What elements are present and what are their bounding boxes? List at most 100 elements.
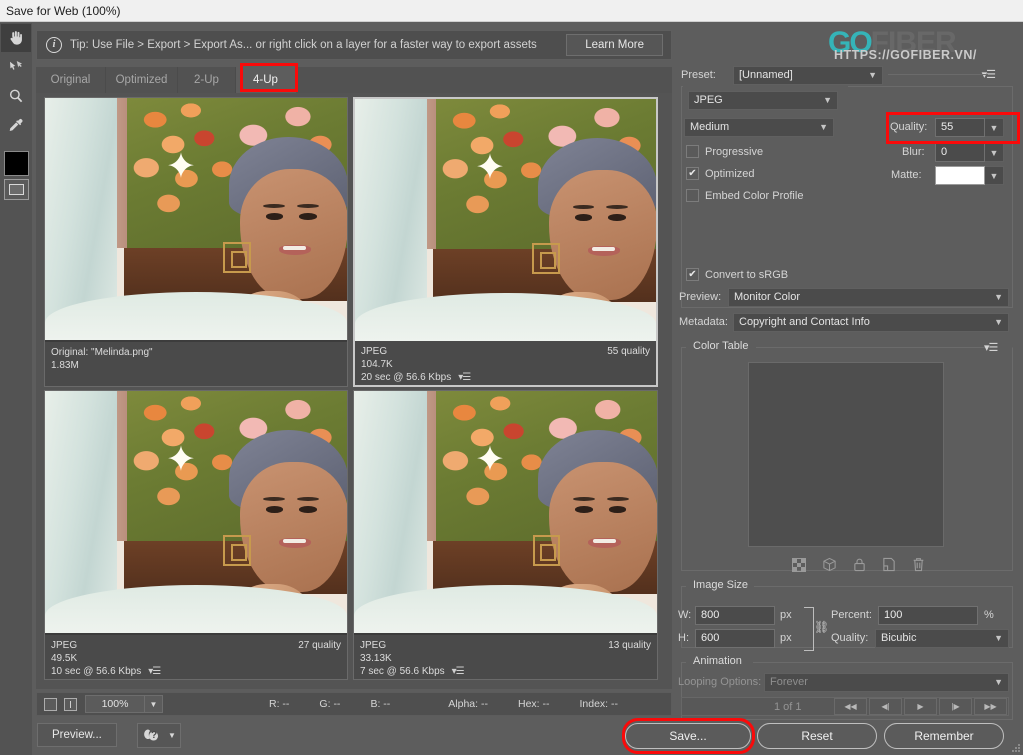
tab-optimized[interactable]: Optimized — [106, 67, 178, 93]
eyedropper-tool[interactable] — [1, 111, 31, 139]
convert-to-srgb-checkbox[interactable]: ✔ — [686, 268, 699, 281]
color-table-swatches[interactable] — [748, 362, 944, 547]
browser-preview-chevron-down-icon[interactable]: ▼ — [164, 731, 180, 740]
learn-more-button[interactable]: Learn More — [566, 34, 663, 56]
blur-input[interactable]: 0 — [935, 143, 985, 162]
embed-color-profile-checkbox-row[interactable]: Embed Color Profile — [686, 189, 803, 202]
file-format-dropdown[interactable]: JPEG ▼ — [688, 91, 838, 110]
zoom-level-chevron-down-icon[interactable]: ▼ — [145, 695, 163, 713]
foreground-color-swatch[interactable] — [3, 151, 29, 176]
width-unit: px — [780, 609, 792, 621]
preview-options-menu-icon[interactable]: ▾☰ — [458, 371, 471, 384]
next-frame-button: |▶ — [939, 698, 972, 715]
percent-label: Percent: — [831, 609, 872, 621]
watermark-brand-second: FIBER — [870, 26, 957, 59]
frame-counter: 1 of 1 — [774, 700, 802, 713]
compression-quality-dropdown[interactable]: Medium ▼ — [684, 118, 834, 137]
watermark-brand-first: GO — [828, 26, 873, 59]
tab-2-up[interactable]: 2-Up — [178, 67, 236, 93]
zoom-tool[interactable] — [1, 82, 31, 110]
resample-quality-dropdown[interactable]: Bicubic ▼ — [875, 629, 1009, 648]
preview-tabs: Original Optimized 2-Up 4-Up — [36, 67, 672, 93]
toggle-slices-visibility-button[interactable] — [3, 179, 29, 200]
percent-unit: % — [984, 609, 994, 621]
new-color-icon[interactable] — [882, 557, 896, 577]
preview-image-optimized-55 — [355, 99, 656, 341]
preview-quality: 55 quality — [607, 346, 650, 357]
preset-dropdown[interactable]: [Unnamed] ▼ — [733, 66, 883, 85]
tab-4-up[interactable]: 4-Up — [236, 67, 296, 93]
delete-color-icon[interactable] — [912, 557, 925, 577]
readout-hex-value: -- — [542, 698, 550, 710]
optimized-checkbox[interactable]: ✔ — [686, 167, 699, 180]
slice-divider-icon[interactable] — [64, 697, 77, 711]
quality-input[interactable]: 55 — [935, 118, 985, 137]
convert-to-srgb-checkbox-row[interactable]: ✔ Convert to sRGB — [686, 268, 788, 281]
animation-playback-bar: 1 of 1 ◀◀ ◀| ▶ |▶ ▶▶ — [681, 697, 1009, 716]
preview-title: JPEG — [51, 640, 78, 651]
slice-select-tool[interactable] — [1, 53, 31, 81]
resample-quality-value: Bicubic — [881, 632, 917, 644]
window-title: Save for Web (100%) — [6, 4, 121, 18]
resize-grip[interactable] — [1011, 743, 1021, 753]
hand-tool[interactable] — [1, 24, 31, 52]
preview-size: 104.7K — [361, 359, 393, 370]
looping-options-dropdown: Forever ▼ — [764, 673, 1009, 692]
height-input[interactable]: 600 — [695, 629, 775, 648]
metadata-dropdown[interactable]: Copyright and Contact Info ▼ — [733, 313, 1009, 332]
optimized-checkbox-row[interactable]: ✔ Optimized — [686, 167, 755, 180]
preview-title: JPEG — [360, 640, 387, 651]
preview-pane-optimized-27[interactable]: JPEG 27 quality 49.5K 10 sec @ 56.6 Kbps… — [44, 390, 348, 680]
progressive-checkbox-row[interactable]: Progressive — [686, 145, 763, 158]
percent-input[interactable]: 100 — [878, 606, 978, 625]
tab-original[interactable]: Original — [36, 67, 106, 93]
readout-alpha-value: -- — [480, 698, 488, 710]
zoom-level-value[interactable]: 100% — [85, 695, 145, 713]
preview-color-value: Monitor Color — [734, 291, 801, 303]
matte-chevron-down-icon[interactable]: ▼ — [985, 166, 1004, 185]
preset-value: [Unnamed] — [739, 69, 793, 81]
image-size-title: Image Size — [689, 579, 753, 591]
compression-quality-value: Medium — [690, 121, 730, 133]
web-safe-cube-icon[interactable] — [822, 557, 837, 577]
reset-button[interactable]: Reset — [757, 723, 877, 749]
looping-options-value: Forever — [770, 676, 808, 688]
previous-frame-button: ◀| — [869, 698, 902, 715]
matte-color-swatch[interactable] — [935, 166, 985, 185]
preview-image-optimized-27 — [45, 391, 347, 633]
save-button[interactable]: Save... — [625, 723, 751, 749]
embed-color-profile-label: Embed Color Profile — [705, 189, 804, 202]
tools-divider — [0, 140, 32, 148]
browser-preview-dropdown[interactable]: ? ▼ — [137, 723, 181, 748]
preview-button[interactable]: Preview... — [37, 723, 117, 747]
chevron-down-icon: ▼ — [994, 292, 1003, 302]
quality-label: Quality: — [890, 121, 928, 133]
rgb-readouts: R: -- G: -- B: -- — [269, 698, 390, 710]
embed-color-profile-checkbox[interactable] — [686, 189, 699, 202]
readout-index-value: -- — [611, 698, 619, 710]
convert-to-srgb-label: Convert to sRGB — [705, 268, 789, 281]
transparency-icon[interactable] — [791, 557, 806, 577]
color-table-menu-icon[interactable]: ▾☰ — [984, 341, 998, 354]
blur-stepper-chevron-down-icon[interactable]: ▼ — [985, 143, 1004, 162]
preview-title: JPEG — [361, 346, 388, 357]
preview-pane-original[interactable]: Original: "Melinda.png" 1.83M — [44, 97, 348, 387]
progressive-checkbox[interactable] — [686, 145, 699, 158]
quality-stepper-chevron-down-icon[interactable]: ▼ — [985, 118, 1004, 137]
preview-pane-optimized-55[interactable]: JPEG 55 quality 104.7K 20 sec @ 56.6 Kbp… — [353, 97, 658, 387]
readout-g-label: G: — [319, 698, 331, 710]
chevron-down-icon: ▼ — [994, 633, 1003, 643]
constrain-bracket — [804, 607, 814, 651]
file-format-value: JPEG — [694, 94, 723, 106]
lock-icon[interactable] — [853, 557, 866, 577]
preview-color-dropdown[interactable]: Monitor Color ▼ — [728, 288, 1009, 307]
preview-pane-optimized-13[interactable]: JPEG 13 quality 33.13K 7 sec @ 56.6 Kbps… — [353, 390, 658, 680]
looping-options-label: Looping Options: — [678, 676, 762, 688]
preview-options-menu-icon[interactable]: ▾☰ — [452, 665, 465, 678]
color-table-toolbar — [778, 557, 938, 577]
select-all-slices-icon[interactable] — [44, 697, 57, 711]
link-chain-icon[interactable]: ⛓ — [814, 620, 829, 634]
preview-options-menu-icon[interactable]: ▾☰ — [148, 665, 161, 678]
width-input[interactable]: 800 — [695, 606, 775, 625]
remember-button[interactable]: Remember — [884, 723, 1004, 749]
